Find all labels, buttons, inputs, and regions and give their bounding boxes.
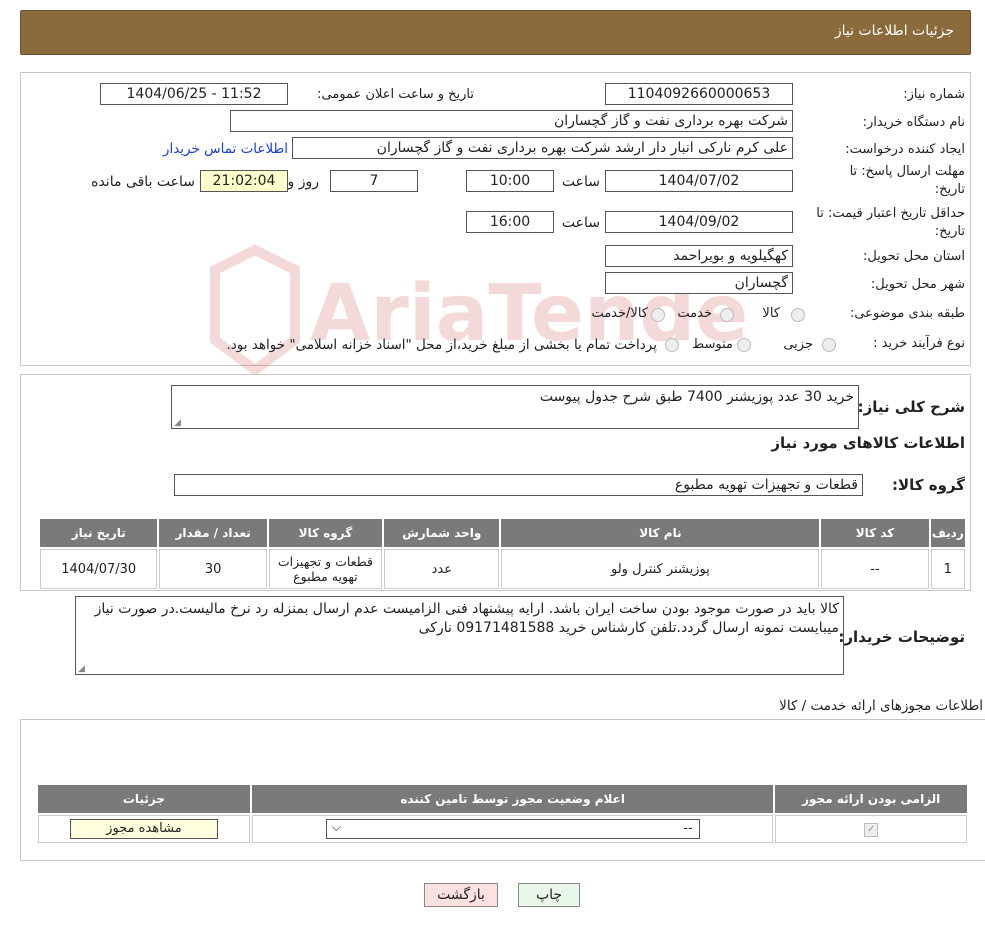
remaining-time-label: ساعت باقی مانده bbox=[91, 174, 195, 190]
goods-table-header: ردیف کد کالا نام کالا واحد شمارش گروه کا… bbox=[40, 519, 965, 547]
permit-required-checkbox[interactable]: ✓ bbox=[864, 823, 879, 837]
process-radio-medium[interactable] bbox=[737, 338, 751, 352]
province-field: کهگیلویه و بویراحمد bbox=[605, 245, 793, 267]
back-button[interactable]: بازگشت bbox=[424, 883, 498, 907]
description-label: شرح کلی نیاز: bbox=[857, 398, 965, 416]
col-qty: تعداد / مقدار bbox=[159, 519, 267, 547]
deadline-time-label: ساعت bbox=[561, 174, 600, 190]
goods-group-field: قطعات و تجهیزات تهویه مطبوع bbox=[174, 474, 863, 496]
permit-status-cell: -- ⌵ bbox=[251, 815, 774, 843]
col-row: ردیف bbox=[930, 519, 965, 547]
cell-unit: عدد bbox=[384, 549, 500, 589]
need-number-field: 1104092660000653 bbox=[605, 83, 793, 105]
buyer-notes-text: کالا باید در صورت موجود بودن ساخت ایران … bbox=[94, 601, 839, 636]
col-permit-details: جزئیات bbox=[38, 785, 250, 813]
creator-field: علی کرم نارکی انبار دار ارشد شرکت بهره ب… bbox=[292, 137, 793, 159]
process-label: نوع فرآیند خرید : bbox=[873, 336, 965, 351]
table-row: 1 -- پوزیشنر کنترل ولو عدد قطعات و تجهیز… bbox=[40, 549, 965, 589]
permit-status-value: -- bbox=[683, 821, 693, 836]
announce-field: 1404/06/25 - 11:52 bbox=[100, 83, 288, 105]
creator-label: ایجاد کننده درخواست: bbox=[845, 142, 965, 157]
page-header: جزئیات اطلاعات نیاز bbox=[20, 10, 971, 55]
city-label: شهر محل تحویل: bbox=[870, 277, 965, 292]
category-label: طبقه بندی موضوعی: bbox=[849, 306, 965, 321]
description-text: خرید 30 عدد پوزیشنر 7400 طبق شرح جدول پی… bbox=[539, 389, 854, 405]
announce-label: تاریخ و ساعت اعلان عمومی: bbox=[317, 87, 474, 102]
city-field: گچساران bbox=[605, 272, 793, 294]
chevron-down-icon: ⌵ bbox=[331, 820, 341, 834]
cell-date: 1404/07/30 bbox=[40, 549, 158, 589]
view-permit-button[interactable]: مشاهده مجوز bbox=[69, 819, 218, 839]
cell-name: پوزیشنر کنترل ولو bbox=[501, 549, 820, 589]
goods-table: ردیف کد کالا نام کالا واحد شمارش گروه کا… bbox=[38, 517, 967, 591]
cell-qty: 30 bbox=[159, 549, 267, 589]
col-unit: واحد شمارش bbox=[384, 519, 500, 547]
goods-info-title: اطلاعات کالاهای مورد نیاز bbox=[771, 434, 965, 452]
cell-group: قطعات و تجهیزات تهویه مطبوع bbox=[268, 549, 383, 589]
buyer-org-label: نام دستگاه خریدار: bbox=[862, 115, 965, 130]
category-option-goods-service: کالا/خدمت bbox=[591, 306, 648, 321]
deadline-date-field: 1404/07/02 bbox=[605, 170, 793, 192]
col-code: کد کالا bbox=[821, 519, 929, 547]
process-radio-minor[interactable] bbox=[822, 338, 836, 352]
validity-time-label: ساعت bbox=[561, 215, 600, 231]
resize-handle-icon[interactable]: ◢ bbox=[174, 418, 181, 428]
col-permit-required: الزامی بودن ارائه مجوز bbox=[775, 785, 967, 813]
col-permit-status: اعلام وضعیت مجوز توسط تامین کننده bbox=[251, 785, 774, 813]
print-button[interactable]: چاپ bbox=[518, 883, 580, 907]
days-label: روز و bbox=[287, 174, 320, 190]
process-note: پرداخت تمام یا بخشی از مبلغ خرید،از محل … bbox=[226, 337, 657, 353]
permit-status-select[interactable]: -- ⌵ bbox=[325, 819, 700, 839]
resize-handle-icon[interactable]: ◢ bbox=[78, 664, 85, 674]
province-label: استان محل تحویل: bbox=[863, 249, 965, 264]
remaining-time-field: 21:02:04 bbox=[200, 170, 288, 192]
validity-label: حداقل تاریخ اعتبار قیمت: تا bbox=[816, 206, 965, 221]
need-number-label: شماره نیاز: bbox=[903, 87, 965, 102]
description-textarea[interactable]: خرید 30 عدد پوزیشنر 7400 طبق شرح جدول پی… bbox=[171, 385, 859, 429]
page-title: جزئیات اطلاعات نیاز bbox=[834, 23, 954, 39]
process-checkbox-treasury[interactable] bbox=[665, 338, 679, 352]
permits-table: الزامی بودن ارائه مجوز اعلام وضعیت مجوز … bbox=[36, 783, 969, 845]
permits-title: اطلاعات مجوزهای ارائه خدمت / کالا bbox=[779, 698, 983, 714]
category-radio-goods[interactable] bbox=[791, 308, 805, 322]
buyer-notes-label: توضیحات خریدار: bbox=[838, 628, 965, 646]
col-group: گروه کالا bbox=[268, 519, 383, 547]
process-option-medium: متوسط bbox=[692, 337, 733, 352]
validity-label-2: تاریخ: bbox=[934, 224, 965, 239]
category-option-service: خدمت bbox=[677, 306, 712, 321]
category-radio-service[interactable] bbox=[720, 308, 734, 322]
permits-table-header: الزامی بودن ارائه مجوز اعلام وضعیت مجوز … bbox=[38, 785, 967, 813]
permit-required-cell: ✓ bbox=[775, 815, 967, 843]
validity-time-field: 16:00 bbox=[466, 211, 554, 233]
buyer-contact-link[interactable]: اطلاعات تماس خریدار bbox=[163, 141, 288, 157]
cell-row: 1 bbox=[930, 549, 965, 589]
buyer-notes-textarea[interactable]: کالا باید در صورت موجود بودن ساخت ایران … bbox=[75, 596, 844, 675]
deadline-label: مهلت ارسال پاسخ: تا bbox=[849, 164, 965, 179]
process-option-minor: جزیی bbox=[783, 337, 813, 352]
col-date: تاریخ نیاز bbox=[40, 519, 158, 547]
deadline-label-2: تاریخ: bbox=[934, 182, 965, 197]
cell-code: -- bbox=[821, 549, 929, 589]
table-row: ✓ -- ⌵ مشاهده مجوز bbox=[38, 815, 967, 843]
validity-date-field: 1404/09/02 bbox=[605, 211, 793, 233]
goods-group-label: گروه کالا: bbox=[892, 476, 965, 494]
days-field: 7 bbox=[330, 170, 418, 192]
permit-details-cell: مشاهده مجوز bbox=[38, 815, 250, 843]
col-name: نام کالا bbox=[501, 519, 820, 547]
buyer-org-field: شرکت بهره برداری نفت و گاز گچساران bbox=[230, 110, 793, 132]
category-option-goods: کالا bbox=[762, 306, 780, 321]
deadline-time-field: 10:00 bbox=[466, 170, 554, 192]
category-radio-goods-service[interactable] bbox=[651, 308, 665, 322]
